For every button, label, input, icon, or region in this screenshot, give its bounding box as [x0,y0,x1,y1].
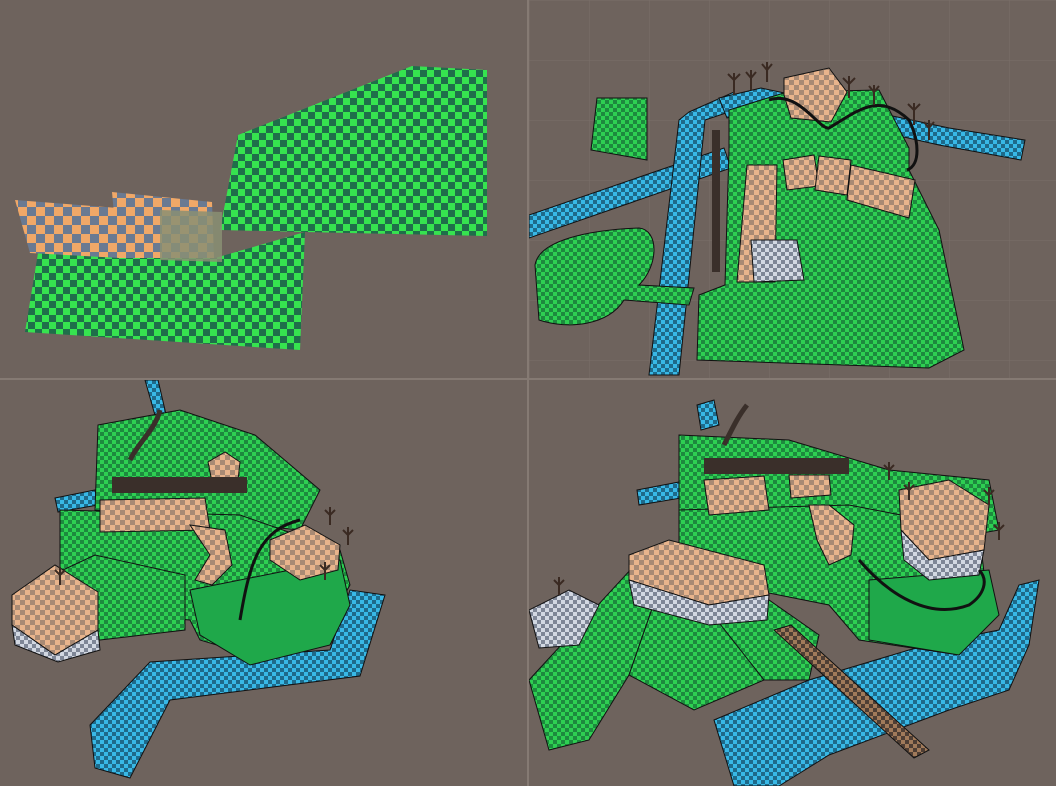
fence-row [704,458,849,474]
house-grey[interactable] [750,239,805,283]
fence-row [712,130,720,272]
scene-viewport-2[interactable] [529,0,1056,378]
river-left[interactable] [636,481,682,506]
house-middle[interactable] [782,154,820,191]
river-left[interactable] [54,489,99,513]
checker-wall-left[interactable] [15,200,120,258]
house-row-1[interactable] [814,155,852,196]
river-back[interactable] [696,399,720,431]
editor-scene-views [0,0,1056,786]
terrain-plane-upper[interactable] [220,66,487,236]
checker-wall-strip [160,210,222,262]
fence-row [112,477,247,493]
viewport-3-canvas[interactable] [0,380,527,786]
viewport-4-canvas[interactable] [529,380,1056,786]
scene-viewport-4[interactable] [529,380,1056,786]
house-center-block[interactable] [703,475,770,516]
house-small-back[interactable] [788,474,832,499]
viewport-divider-vertical[interactable] [527,0,529,786]
green-cube[interactable] [590,97,648,161]
viewport-1-canvas[interactable] [0,0,527,378]
viewport-divider-horizontal[interactable] [0,378,1056,380]
viewport-2-canvas[interactable] [529,0,1056,378]
scene-viewport-3[interactable] [0,380,527,786]
scene-viewport-1[interactable] [0,0,527,378]
